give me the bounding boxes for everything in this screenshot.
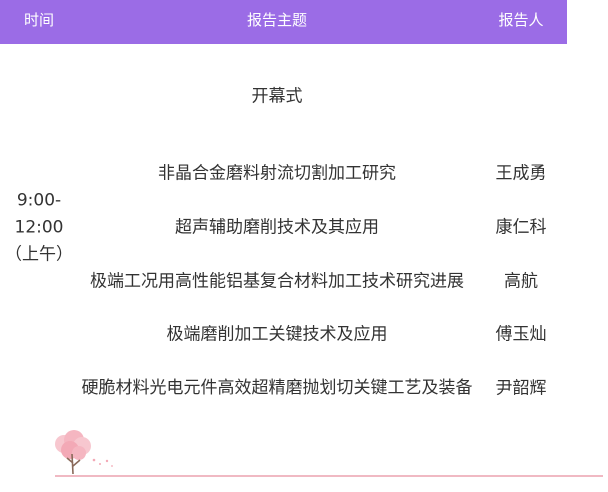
schedule-table: 时间 报告主题 报告人	[0, 0, 567, 44]
talk-topic: 超声辅助磨削技术及其应用	[175, 217, 379, 238]
session-time-start: 9:00-	[16, 190, 62, 211]
talk-topic: 硬脆材料光电元件高效超精磨抛划切关键工艺及装备	[81, 378, 473, 398]
talk-speaker: 傅玉灿	[495, 324, 547, 345]
talk-speaker: 高航	[504, 271, 538, 292]
bottom-divider	[55, 475, 603, 477]
session-time: 9:00- 12:00 （上午）	[5, 188, 73, 269]
talk-speaker: 康仁科	[495, 217, 547, 238]
header-time: 时间	[23, 11, 55, 29]
session-time-period: （上午）	[5, 244, 73, 265]
talk-speaker: 王成勇	[495, 163, 547, 184]
talk-topic: 非晶合金磨料射流切割加工研究	[158, 163, 396, 184]
cherry-blossom-tree-icon	[52, 430, 122, 480]
header-topic: 报告主题	[246, 11, 308, 29]
talk-topic: 极端磨削加工关键技术及应用	[166, 324, 388, 345]
header-speaker: 报告人	[498, 11, 544, 29]
table-header: 时间 报告主题 报告人	[0, 0, 567, 44]
session-time-end: 12:00	[14, 217, 64, 238]
talk-topic: 极端工况用高性能铝基复合材料加工技术研究进展	[90, 271, 464, 292]
opening-ceremony: 开幕式	[251, 86, 303, 107]
talk-speaker: 尹韶辉	[495, 378, 547, 399]
